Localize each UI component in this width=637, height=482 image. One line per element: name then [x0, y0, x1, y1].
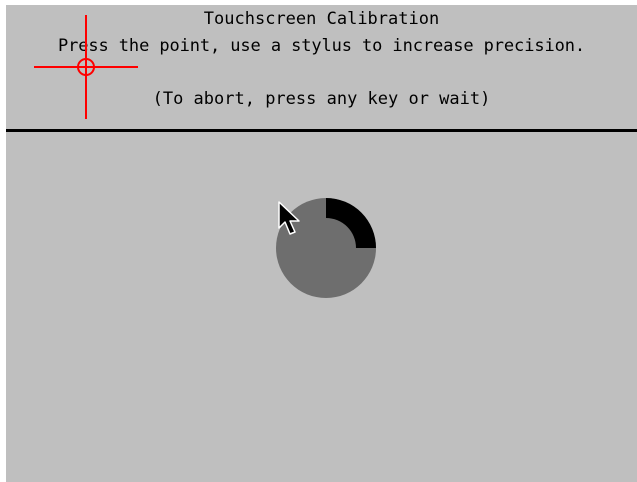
- crosshair-icon[interactable]: [34, 15, 138, 119]
- calibration-screen[interactable]: Touchscreen Calibration Press the point,…: [6, 5, 637, 482]
- header-separator: [6, 129, 637, 132]
- calibration-header: Touchscreen Calibration Press the point,…: [6, 5, 637, 131]
- mouse-cursor-icon: [278, 201, 300, 235]
